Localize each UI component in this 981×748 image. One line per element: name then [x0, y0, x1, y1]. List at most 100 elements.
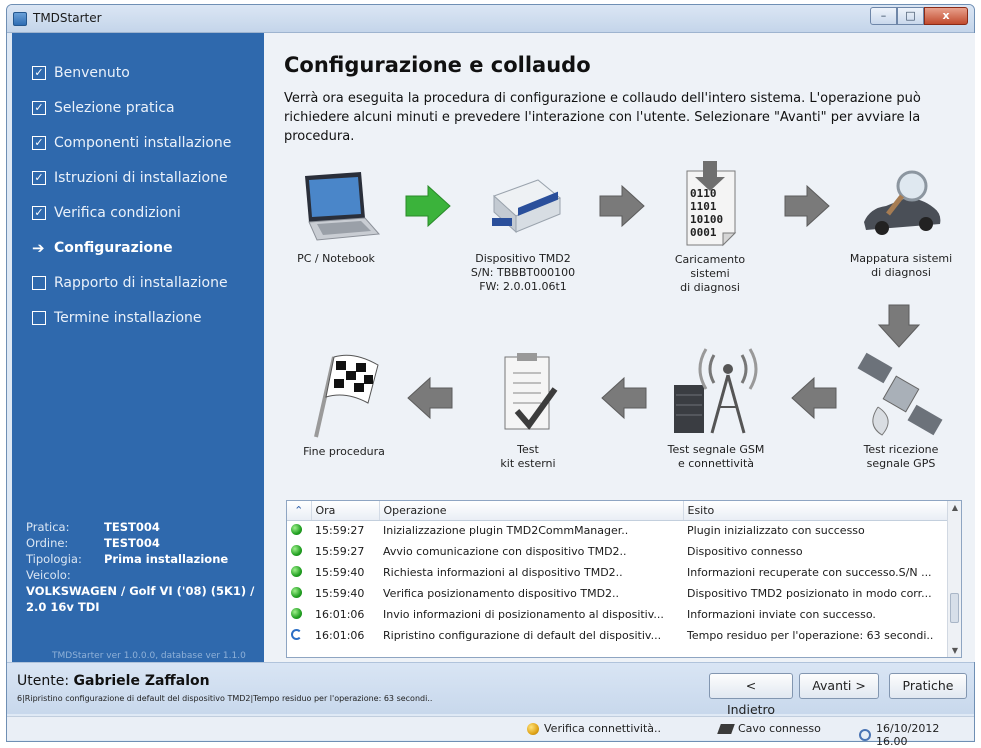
connectivity-text: Verifica connettività..	[544, 722, 662, 735]
step-componenti-installazione: ✓ Componenti installazione	[32, 125, 231, 160]
status-ok-icon	[291, 523, 302, 535]
flow-arrow-left-icon	[791, 376, 837, 420]
veicolo-label: Veicolo:	[26, 568, 71, 582]
empty-box-icon	[32, 275, 46, 290]
step-label: Benvenuto	[54, 64, 130, 81]
satellite-icon	[857, 352, 943, 436]
scroll-thumb[interactable]	[950, 593, 959, 623]
current-step-arrow-icon: ➔	[32, 238, 45, 257]
connectivity-icon	[527, 722, 539, 735]
column-header-ora[interactable]: Ora	[311, 501, 380, 521]
status-ok-icon	[291, 607, 302, 619]
flow-node-kit: Test kit esterni	[478, 349, 578, 471]
car-magnifier-icon	[864, 170, 941, 235]
flow-arrow-down-icon	[877, 304, 921, 348]
checked-box-icon: ✓	[32, 100, 46, 115]
status-ok-icon	[291, 544, 302, 556]
ordine-label: Ordine:	[26, 536, 69, 550]
column-header-esito[interactable]: Esito	[683, 501, 950, 521]
tipologia-label: Tipologia:	[26, 552, 82, 566]
flow-label-device: Dispositivo TMD2 S/N: TBBBT000100 FW: 2.…	[470, 252, 576, 293]
next-button[interactable]: Avanti >	[799, 673, 879, 699]
svg-text:10100: 10100	[690, 213, 723, 226]
flow-arrow-right-icon	[784, 184, 830, 228]
flow-node-pc: PC / Notebook	[286, 168, 386, 266]
log-time: 15:59:40	[315, 566, 365, 579]
pratica-value: TEST004	[104, 520, 160, 534]
footer-bar: Utente: Gabriele Zaffalon 6|Ripristino c…	[7, 662, 974, 717]
checklist-icon	[504, 353, 558, 430]
cable-status: Cavo connesso	[717, 722, 821, 735]
tipologia-value: Prima installazione	[104, 552, 229, 566]
empty-box-icon	[32, 310, 46, 325]
log-table: ⌃ Ora Operazione Esito 15:59:27 Iniziali…	[287, 501, 950, 646]
user-label: Utente:	[17, 673, 70, 689]
scroll-down-icon[interactable]: ▼	[950, 646, 960, 655]
flow-label-mapping: Mappatura sistemi di diagnosi	[849, 252, 953, 279]
log-result: Dispositivo connesso	[687, 545, 803, 558]
svg-text:1101: 1101	[690, 200, 717, 213]
checked-box-icon: ✓	[32, 170, 46, 185]
flow-node-gps: Test ricezione segnale GPS	[846, 349, 956, 471]
step-configurazione: ➔ Configurazione	[32, 230, 231, 265]
cable-text: Cavo connesso	[738, 722, 821, 735]
step-label: Componenti installazione	[54, 134, 232, 151]
window-title: TMDStarter	[33, 11, 102, 25]
version-text: TMDStarter ver 1.0.0.0, database ver 1.1…	[52, 651, 246, 661]
log-result: Plugin inizializzato con successo	[687, 524, 865, 538]
clock-icon	[859, 729, 871, 741]
minimize-button[interactable]: –	[870, 7, 897, 25]
intro-text: Verrà ora eseguita la procedura di confi…	[284, 91, 921, 144]
ordine-value: TEST004	[104, 536, 160, 550]
flow-arrow-right-icon	[599, 184, 645, 228]
window-controls: – □ x	[870, 7, 968, 25]
step-benvenuto: ✓ Benvenuto	[32, 55, 231, 90]
user-name: Gabriele Zaffalon	[73, 673, 210, 689]
flow-label-gsm: Test segnale GSM e connettività	[667, 443, 765, 470]
wizard-steps: ✓ Benvenuto ✓ Selezione pratica ✓ Component…	[32, 55, 231, 335]
antenna-server-icon	[674, 348, 758, 434]
flow-label-kit: Test kit esterni	[500, 443, 556, 470]
scroll-up-icon[interactable]: ▲	[950, 503, 960, 512]
step-verifica-condizioni: ✓ Verifica condizioni	[32, 195, 231, 230]
app-icon	[13, 12, 27, 26]
laptop-icon	[305, 172, 381, 241]
flow-label-pc: PC / Notebook	[297, 252, 375, 265]
svg-text:0001: 0001	[690, 226, 717, 239]
back-button[interactable]: < Indietro	[709, 673, 793, 717]
log-result: Dispositivo TMD2 posizionato in modo cor…	[687, 587, 932, 600]
step-label: Selezione pratica	[54, 99, 175, 116]
collapse-all-icon[interactable]: ⌃	[287, 501, 312, 521]
flow-label-end: Fine procedura	[303, 445, 385, 458]
log-row[interactable]: 16:01:06 Ripristino configurazione di de…	[287, 625, 949, 646]
flow-arrow-left-icon	[407, 376, 453, 420]
checked-box-icon: ✓	[32, 205, 46, 220]
close-button[interactable]: x	[924, 7, 968, 25]
svg-text:0110: 0110	[690, 187, 717, 200]
log-time: 16:01:06	[315, 629, 365, 642]
flow-arrow-left-icon	[601, 376, 647, 420]
log-row[interactable]: 15:59:27 Inizializzazione plugin TMD2Com…	[287, 520, 949, 541]
flow-node-mapping: Mappatura sistemi di diagnosi	[836, 168, 966, 280]
cable-icon	[717, 723, 735, 734]
log-operation: Ripristino configurazione di default del…	[383, 629, 662, 642]
log-row[interactable]: 15:59:27 Avvio comunicazione con disposi…	[287, 541, 949, 562]
page-title: Configurazione e collaudo	[284, 53, 591, 77]
log-row[interactable]: 16:01:06 Invio informazioni di posiziona…	[287, 604, 949, 625]
column-header-operazione[interactable]: Operazione	[379, 501, 684, 521]
pratiche-button[interactable]: Pratiche	[889, 673, 967, 699]
status-ok-icon	[291, 565, 302, 577]
log-operation: Inizializzazione plugin TMD2CommManager.…	[383, 524, 629, 538]
connectivity-status: Verifica connettività..	[527, 722, 661, 735]
log-row[interactable]: 15:59:40 Richiesta informazioni al dispo…	[287, 562, 949, 583]
datetime-status: 16/10/2012 16.00	[859, 722, 974, 748]
flow-node-device: Dispositivo TMD2 S/N: TBBBT000100 FW: 2.…	[458, 168, 588, 294]
checkered-flag-icon	[314, 354, 379, 438]
log-operation: Richiesta informazioni al dispositivo TM…	[383, 566, 623, 579]
maximize-button[interactable]: □	[897, 7, 924, 25]
log-scrollbar[interactable]: ▲ ▼	[947, 501, 961, 657]
step-label: Rapporto di installazione	[54, 274, 228, 291]
log-result: Informazioni recuperate con successo.S/N…	[687, 566, 932, 579]
datetime-text: 16/10/2012 16.00	[875, 722, 940, 748]
log-row[interactable]: 15:59:40 Verifica posizionamento disposi…	[287, 583, 949, 604]
